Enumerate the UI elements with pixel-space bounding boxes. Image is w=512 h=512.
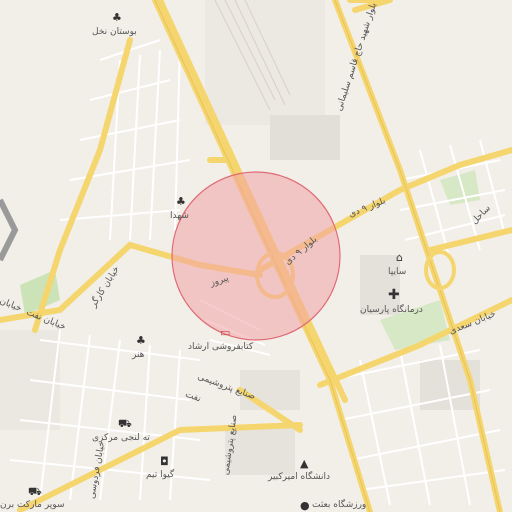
- besat-label[interactable]: ورزشگاه بعثت: [312, 500, 366, 510]
- bookstore-label[interactable]: کتابفروشی ارشاد: [188, 342, 253, 352]
- amirkabir-label[interactable]: دانشگاه امیرکبیر: [268, 472, 330, 482]
- clinic-cross-icon: ✚: [388, 287, 400, 303]
- map-canvas: [0, 0, 512, 512]
- car-dealer-icon: ⌂: [396, 251, 403, 264]
- honar-label[interactable]: هنر: [132, 350, 144, 360]
- supermarket-label[interactable]: سوپر مارکت برن: [0, 500, 65, 510]
- park-north-label[interactable]: بوستان نخل: [92, 27, 137, 37]
- tree-icon: ♣: [176, 195, 186, 208]
- bookstore-icon: ▭: [220, 326, 231, 339]
- saipa-label[interactable]: سایپا: [388, 267, 406, 277]
- shohada-label[interactable]: شهدا: [170, 211, 189, 221]
- stadium-icon: ●: [300, 499, 310, 512]
- selection-radius-circle: [171, 171, 341, 341]
- shopping-cart-icon: ⛟: [28, 485, 42, 498]
- map-view[interactable]: ♣ بوستان نخل ♣ شهدا پیروز خیابان کارگر خ…: [0, 0, 512, 512]
- tree-icon: ♣: [112, 11, 122, 24]
- tree-icon: ♣: [136, 334, 146, 347]
- shopping-cart-icon: ⛟: [118, 417, 132, 430]
- parsian-clinic-label[interactable]: درمانگاه پارسیان: [360, 305, 423, 315]
- university-icon: ▲: [300, 457, 309, 470]
- giva-label[interactable]: گیوا تیم: [146, 470, 174, 480]
- shopping-bag-icon: ◘: [160, 455, 169, 468]
